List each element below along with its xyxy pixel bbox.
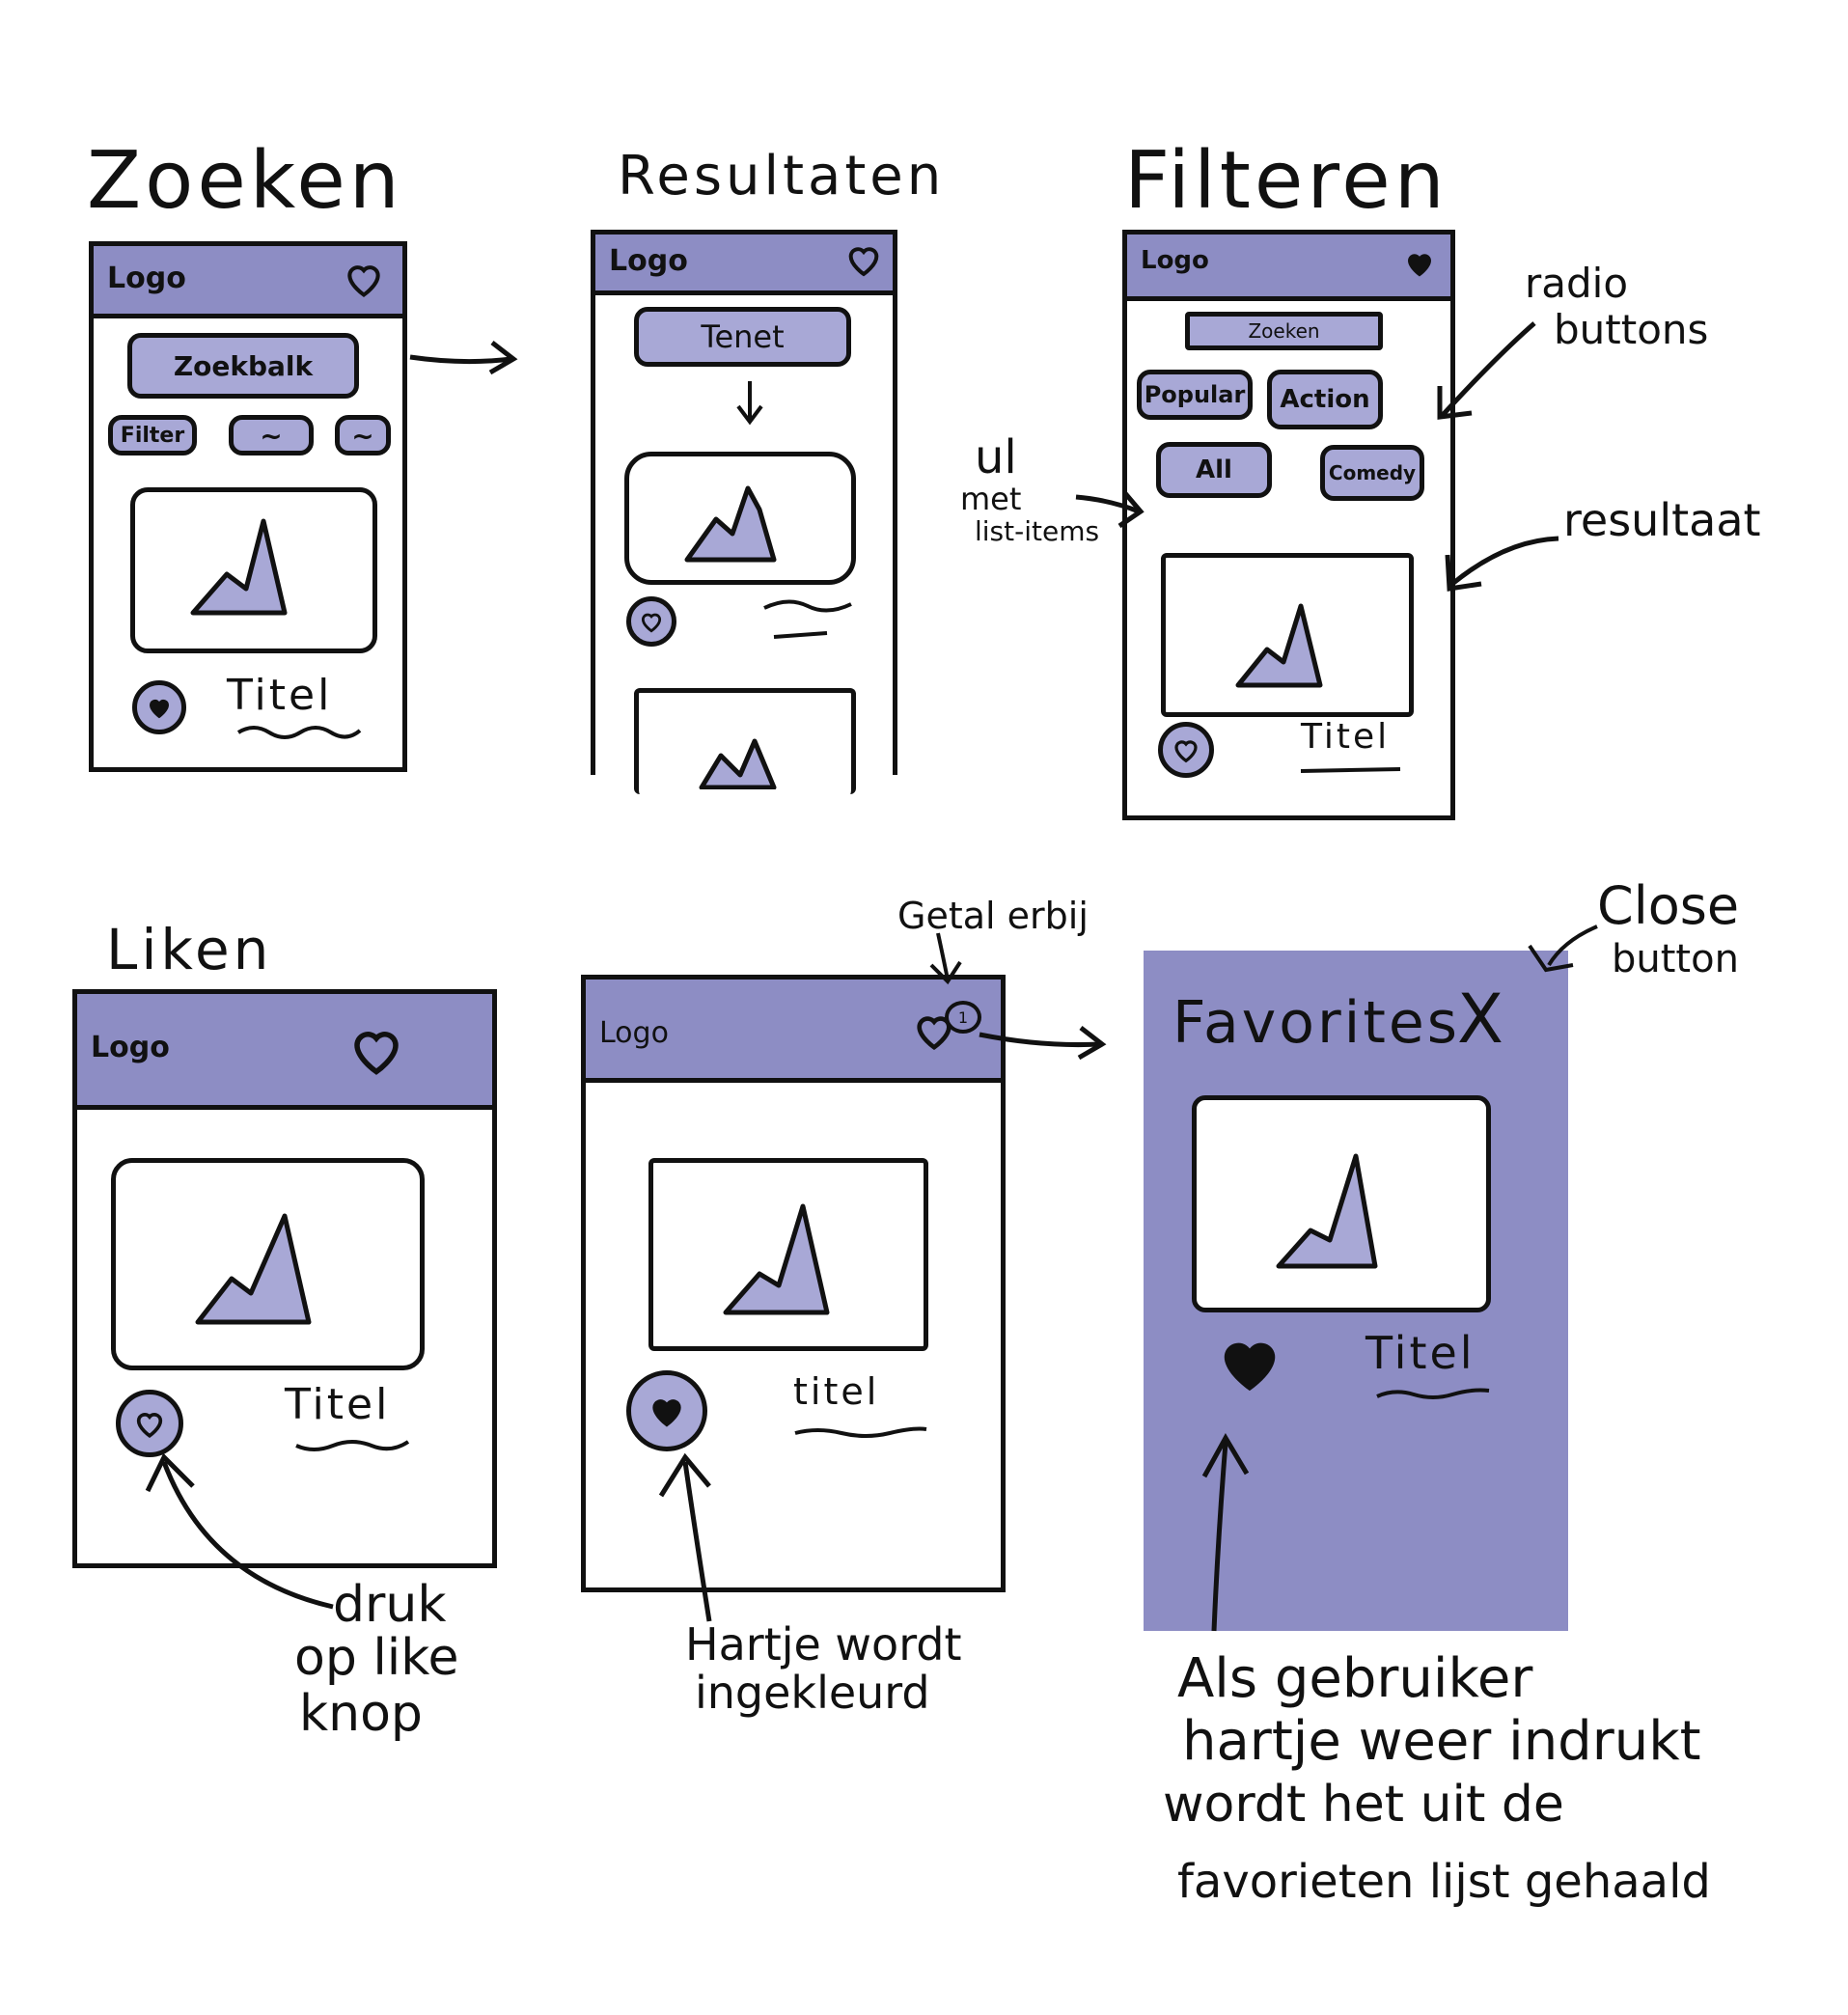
close-button[interactable]: X bbox=[1457, 980, 1503, 1059]
screen-zoeken: Logo Zoekbalk Filter ~ ~ Titel bbox=[89, 241, 407, 772]
movie-title: Titel bbox=[1365, 1327, 1476, 1379]
annotation-als-gebruiker-1: Als gebruiker bbox=[1177, 1647, 1533, 1710]
image-placeholder-icon bbox=[1276, 1153, 1378, 1269]
flow-arrow bbox=[979, 1026, 1107, 1061]
annotation-arrow bbox=[1201, 1432, 1250, 1632]
annotation-hartje-2: ingekleurd bbox=[695, 1667, 930, 1719]
annotation-druk-3: knop bbox=[299, 1685, 423, 1743]
annotation-hartje-1: Hartje wordt bbox=[685, 1618, 962, 1670]
heart-filled-icon bbox=[150, 699, 169, 719]
filter-chip[interactable]: Filter bbox=[108, 415, 197, 455]
title-scribble bbox=[763, 599, 852, 639]
radio-action[interactable]: Action bbox=[1267, 370, 1383, 429]
logo: Logo bbox=[107, 262, 186, 295]
heart-outline-icon bbox=[1174, 740, 1198, 763]
image-placeholder-icon bbox=[684, 485, 777, 563]
heart-filled-icon[interactable] bbox=[1216, 1329, 1283, 1396]
screen-filteren: Logo Zoeken Popular Action All Comedy Ti… bbox=[1122, 230, 1455, 820]
radio-popular[interactable]: Popular bbox=[1137, 370, 1253, 420]
app-header: Logo bbox=[1127, 235, 1450, 301]
annotation-als-gebruiker-2: hartje weer indrukt bbox=[1182, 1710, 1701, 1773]
annotation-arrow bbox=[1445, 536, 1559, 592]
annotation-close-1: Close bbox=[1597, 875, 1740, 936]
annotation-ul-2: met bbox=[960, 481, 1022, 517]
section-title-resultaten: Resultaten bbox=[618, 145, 946, 207]
like-button-active[interactable] bbox=[626, 1370, 707, 1451]
app-header: Logo bbox=[77, 994, 492, 1110]
image-placeholder-icon bbox=[190, 518, 288, 616]
movie-title: Titel bbox=[227, 671, 333, 720]
favorite-image bbox=[1192, 1095, 1491, 1312]
logo: Logo bbox=[599, 1016, 669, 1050]
app-header: Logo bbox=[94, 246, 402, 318]
image-placeholder-icon bbox=[1235, 603, 1323, 688]
radio-comedy[interactable]: Comedy bbox=[1320, 445, 1424, 501]
result-image bbox=[624, 452, 856, 585]
title-underline bbox=[1300, 767, 1401, 773]
radio-all[interactable]: All bbox=[1156, 442, 1272, 498]
heart-outline-icon[interactable] bbox=[844, 240, 883, 279]
result-image bbox=[130, 487, 377, 653]
search-input[interactable]: Tenet bbox=[634, 307, 851, 367]
result-image bbox=[1161, 553, 1414, 717]
flow-arrow bbox=[409, 341, 518, 375]
movie-title: Titel bbox=[285, 1380, 391, 1429]
annotation-arrow bbox=[929, 932, 962, 985]
chip-3[interactable]: ~ bbox=[335, 415, 391, 455]
logo: Logo bbox=[609, 244, 688, 278]
screen-liked: Logo 1 titel bbox=[581, 975, 1006, 1592]
favorites-title: Favorites bbox=[1172, 989, 1461, 1057]
search-input[interactable]: Zoeken bbox=[1185, 312, 1383, 350]
result-image bbox=[648, 1158, 928, 1351]
screen-favorites: Favorites X Titel bbox=[1144, 951, 1568, 1632]
heart-filled-icon bbox=[652, 1399, 681, 1427]
logo: Logo bbox=[1141, 246, 1209, 275]
section-title-liken: Liken bbox=[106, 917, 273, 982]
app-header: Logo 1 bbox=[586, 980, 1001, 1083]
image-placeholder-icon bbox=[723, 1203, 830, 1315]
annotation-arrow bbox=[1528, 925, 1598, 973]
subtitle-scribble bbox=[794, 1426, 927, 1438]
annotation-radio-buttons-2: buttons bbox=[1554, 306, 1709, 353]
annotation-als-gebruiker-3: wordt het uit de bbox=[1163, 1776, 1564, 1834]
movie-title: Titel bbox=[1301, 717, 1391, 757]
annotation-arrow bbox=[145, 1452, 334, 1610]
app-header: Logo bbox=[595, 235, 893, 295]
subtitle-scribble bbox=[236, 726, 362, 739]
annotation-close-2: button bbox=[1612, 937, 1739, 981]
heart-filled-icon[interactable] bbox=[1402, 246, 1437, 281]
annotation-druk-2: op like bbox=[294, 1629, 459, 1687]
heart-outline-icon bbox=[641, 613, 662, 633]
image-placeholder-icon bbox=[699, 738, 777, 789]
section-title-filteren: Filteren bbox=[1124, 135, 1448, 227]
annotation-druk-1: druk bbox=[333, 1576, 447, 1634]
annotation-resultaat: resultaat bbox=[1563, 494, 1761, 546]
annotation-arrow bbox=[1075, 490, 1145, 529]
annotation-arrow bbox=[658, 1452, 712, 1622]
result-image-2 bbox=[634, 688, 856, 794]
search-bar[interactable]: Zoekbalk bbox=[127, 333, 359, 399]
like-button[interactable] bbox=[626, 596, 676, 647]
screen-resultaten: Logo Tenet bbox=[591, 230, 897, 794]
image-placeholder-icon bbox=[195, 1213, 312, 1325]
like-button[interactable] bbox=[132, 680, 186, 734]
annotation-radio-buttons-1: radio bbox=[1525, 260, 1629, 307]
heart-outline-icon[interactable] bbox=[347, 1021, 405, 1079]
chip-2[interactable]: ~ bbox=[229, 415, 314, 455]
annotation-arrow bbox=[1437, 321, 1536, 420]
annotation-ul-1: ul bbox=[975, 430, 1017, 484]
down-arrow-icon bbox=[736, 381, 763, 426]
result-image bbox=[111, 1158, 425, 1370]
movie-title: titel bbox=[793, 1370, 880, 1413]
heart-outline-icon bbox=[136, 1413, 163, 1438]
like-button[interactable] bbox=[116, 1390, 183, 1457]
logo: Logo bbox=[91, 1031, 170, 1064]
annotation-als-gebruiker-4: favorieten lijst gehaald bbox=[1177, 1855, 1711, 1909]
heart-outline-icon[interactable] bbox=[343, 258, 385, 300]
like-button[interactable] bbox=[1158, 722, 1214, 778]
section-title-zoeken: Zoeken bbox=[87, 135, 403, 227]
subtitle-scribble bbox=[1376, 1388, 1490, 1399]
